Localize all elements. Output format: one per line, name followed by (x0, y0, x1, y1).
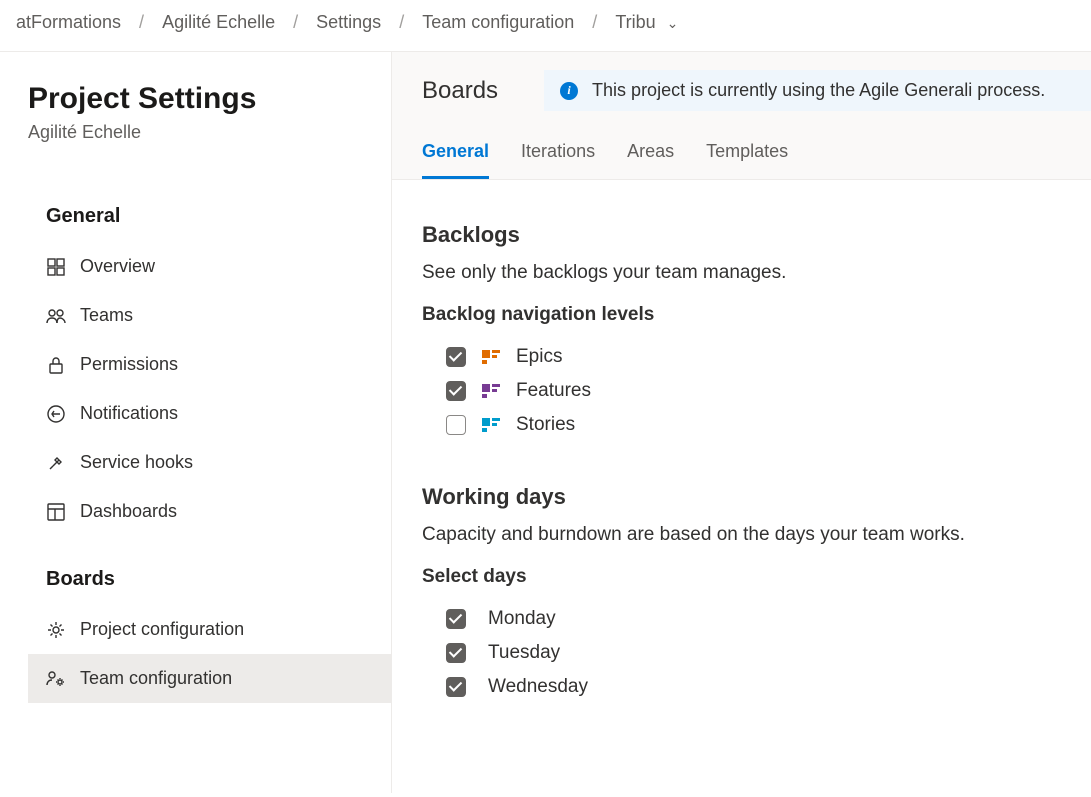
breadcrumb-separator: / (293, 12, 298, 33)
checkbox-epics[interactable] (446, 347, 466, 367)
backlogs-heading: Backlogs (422, 222, 1061, 248)
day-label: Monday (488, 608, 556, 630)
day-label: Wednesday (488, 676, 588, 698)
chat-icon (46, 404, 66, 424)
checkbox-stories[interactable] (446, 415, 466, 435)
tab-iterations[interactable]: Iterations (521, 133, 595, 179)
day-row: Monday (422, 602, 1061, 636)
backlog-level-label: Epics (516, 346, 562, 368)
plug-icon (46, 453, 66, 473)
tab-areas[interactable]: Areas (627, 133, 674, 179)
backlogs-description: See only the backlogs your team manages. (422, 262, 1061, 284)
epics-icon (482, 350, 500, 364)
backlog-levels-heading: Backlog navigation levels (422, 304, 1061, 326)
sidebar-item-dashboards[interactable]: Dashboards (28, 487, 391, 536)
backlog-level-label: Features (516, 380, 591, 402)
sidebar: Project Settings Agilité Echelle General… (0, 52, 392, 793)
checkbox-wednesday[interactable] (446, 677, 466, 697)
select-days-heading: Select days (422, 566, 1061, 588)
tab-general[interactable]: General (422, 133, 489, 179)
days-list: Monday Tuesday Wednesday (422, 602, 1061, 704)
project-name: Agilité Echelle (28, 122, 391, 143)
section-title: Boards (422, 77, 498, 105)
breadcrumb-separator: / (139, 12, 144, 33)
dashboard-icon (46, 502, 66, 522)
checkbox-tuesday[interactable] (446, 643, 466, 663)
teams-icon (46, 306, 66, 326)
breadcrumb-item-settings[interactable]: Settings (316, 12, 381, 33)
sidebar-item-label: Permissions (80, 354, 178, 375)
stories-icon (482, 418, 500, 432)
sidebar-item-notifications[interactable]: Notifications (28, 389, 391, 438)
breadcrumb-item-team[interactable]: Tribu ⌄ (615, 12, 678, 33)
sidebar-item-label: Notifications (80, 403, 178, 424)
sidebar-item-team-configuration[interactable]: Team configuration (28, 654, 391, 703)
breadcrumb-team-label: Tribu (615, 12, 655, 32)
backlog-level-row: Stories (422, 408, 1061, 442)
info-banner: i This project is currently using the Ag… (544, 70, 1091, 111)
breadcrumb: atFormations / Agilité Echelle / Setting… (0, 0, 1091, 52)
info-icon: i (560, 82, 578, 100)
checkbox-features[interactable] (446, 381, 466, 401)
backlog-level-label: Stories (516, 414, 575, 436)
backlog-level-row: Features (422, 374, 1061, 408)
team-gear-icon (46, 669, 66, 689)
working-days-description: Capacity and burndown are based on the d… (422, 524, 1061, 546)
main-content: Boards i This project is currently using… (392, 52, 1091, 793)
sidebar-item-label: Service hooks (80, 452, 193, 473)
checkbox-monday[interactable] (446, 609, 466, 629)
overview-icon (46, 257, 66, 277)
info-text: This project is currently using the Agil… (592, 80, 1045, 101)
chevron-down-icon: ⌄ (667, 15, 679, 31)
lock-icon (46, 355, 66, 375)
breadcrumb-item-org[interactable]: atFormations (16, 12, 121, 33)
page-title: Project Settings (28, 82, 391, 116)
sidebar-item-project-configuration[interactable]: Project configuration (28, 605, 391, 654)
breadcrumb-separator: / (592, 12, 597, 33)
tabs: General Iterations Areas Templates (422, 133, 1091, 179)
working-days-heading: Working days (422, 484, 1061, 510)
sidebar-item-permissions[interactable]: Permissions (28, 340, 391, 389)
features-icon (482, 384, 500, 398)
sidebar-item-label: Project configuration (80, 619, 244, 640)
nav-group-boards: Boards (28, 554, 391, 605)
sidebar-item-teams[interactable]: Teams (28, 291, 391, 340)
day-label: Tuesday (488, 642, 560, 664)
tab-templates[interactable]: Templates (706, 133, 788, 179)
day-row: Wednesday (422, 670, 1061, 704)
gear-icon (46, 620, 66, 640)
nav-group-general: General (28, 191, 391, 242)
sidebar-item-label: Dashboards (80, 501, 177, 522)
breadcrumb-item-teamconfig[interactable]: Team configuration (422, 12, 574, 33)
sidebar-item-service-hooks[interactable]: Service hooks (28, 438, 391, 487)
day-row: Tuesday (422, 636, 1061, 670)
main-header: Boards i This project is currently using… (392, 52, 1091, 180)
content-body: Backlogs See only the backlogs your team… (392, 180, 1091, 746)
sidebar-item-label: Overview (80, 256, 155, 277)
sidebar-item-overview[interactable]: Overview (28, 242, 391, 291)
backlog-level-row: Epics (422, 340, 1061, 374)
sidebar-item-label: Team configuration (80, 668, 232, 689)
sidebar-item-label: Teams (80, 305, 133, 326)
breadcrumb-separator: / (399, 12, 404, 33)
breadcrumb-item-project[interactable]: Agilité Echelle (162, 12, 275, 33)
